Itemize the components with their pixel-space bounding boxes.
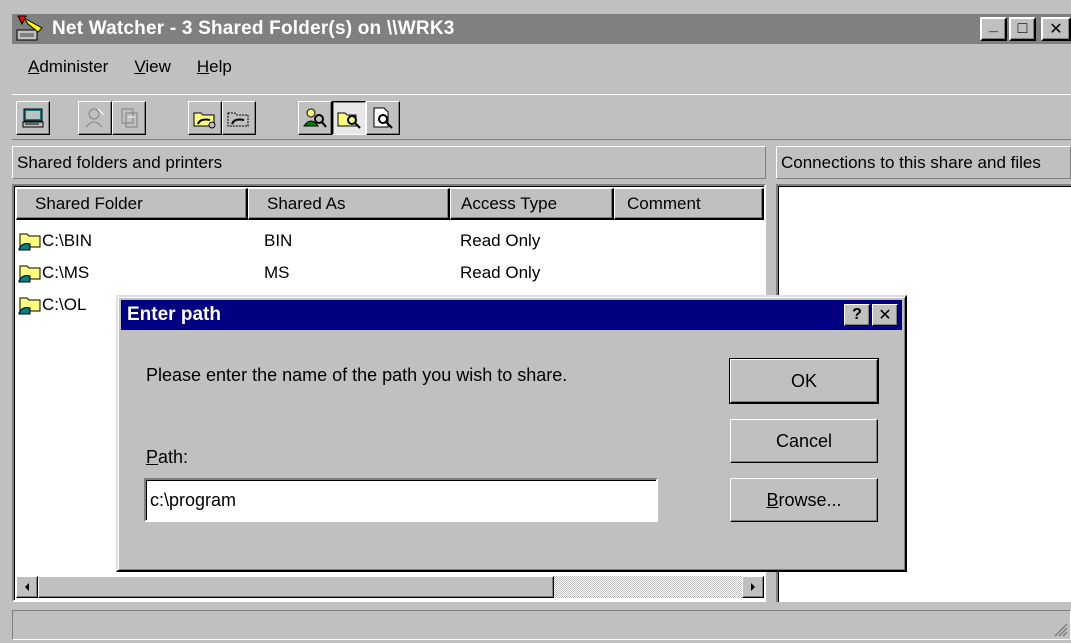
dialog-titlebar[interactable]: Enter path ? ✕ <box>121 300 902 330</box>
toolbar <box>12 94 1071 140</box>
list-column-headers: Shared Folder Shared As Access Type Comm… <box>16 188 764 220</box>
cell-shared-folder: C:\OL <box>42 295 87 314</box>
close-icon: ✕ <box>1049 21 1063 38</box>
minimize-button[interactable]: _ <box>980 17 1007 41</box>
show-open-files-button[interactable] <box>366 101 400 135</box>
cell-access-type: Read Only <box>460 263 541 282</box>
scroll-right-button[interactable] <box>742 576 764 598</box>
cancel-button[interactable]: Cancel <box>730 419 878 463</box>
arrow-right-icon <box>751 583 755 591</box>
dialog-title: Enter path <box>127 304 221 325</box>
column-header-comment[interactable]: Comment <box>614 188 764 220</box>
horizontal-scrollbar[interactable] <box>16 576 764 598</box>
scrollbar-thumb[interactable] <box>38 576 554 598</box>
shared-folder-icon <box>18 297 41 315</box>
cell-shared-folder: C:\BIN <box>42 231 93 250</box>
menu-help[interactable]: Help <box>193 55 236 79</box>
column-header-shared-as[interactable]: Shared As <box>248 188 450 220</box>
column-header-access-type[interactable]: Access Type <box>450 188 614 220</box>
show-users-icon <box>303 108 327 128</box>
maximize-icon: □ <box>1017 20 1028 37</box>
table-row[interactable]: C:\MS MS Read Only <box>18 258 758 288</box>
shared-folders-pane-header: Shared folders and printers <box>12 146 766 179</box>
show-shared-folders-button[interactable] <box>332 101 366 135</box>
show-files-icon <box>373 107 393 129</box>
stop-sharing-button[interactable] <box>222 101 256 135</box>
minimize-icon: _ <box>989 17 998 34</box>
enter-path-dialog: Enter path ? ✕ Please enter the name of … <box>116 295 907 572</box>
table-row[interactable]: C:\BIN BIN Read Only <box>18 226 758 256</box>
menu-administer[interactable]: Administer <box>24 55 112 79</box>
arrow-left-icon <box>25 583 29 591</box>
shared-folder-icon <box>18 265 41 283</box>
main-window-titlebar[interactable]: Net Watcher - 3 Shared Folder(s) on \\WR… <box>12 14 1071 44</box>
show-users-button[interactable] <box>298 101 332 135</box>
add-shared-folder-icon <box>193 112 216 129</box>
path-label: Path: <box>146 447 189 467</box>
disconnect-user-button[interactable] <box>78 101 112 135</box>
help-icon: ? <box>852 306 862 323</box>
connections-pane-header: Connections to this share and files <box>776 146 1071 179</box>
column-header-shared-folder[interactable]: Shared Folder <box>16 188 248 220</box>
cell-shared-as: MS <box>264 263 290 282</box>
stop-sharing-icon <box>227 112 249 127</box>
ok-button[interactable]: OK <box>729 358 879 404</box>
close-window-button[interactable]: ✕ <box>1041 17 1071 41</box>
show-shared-folders-icon <box>337 112 361 129</box>
cell-shared-folder: C:\MS <box>42 263 90 282</box>
menu-view[interactable]: View <box>130 55 175 79</box>
select-server-button[interactable] <box>16 101 50 135</box>
dialog-prompt: Please enter the name of the path you wi… <box>146 365 568 385</box>
menu-bar: Administer View Help <box>12 52 240 82</box>
close-file-button[interactable] <box>112 101 146 135</box>
disconnect-user-icon <box>85 108 105 128</box>
help-button[interactable]: ? <box>844 304 870 326</box>
net-watcher-app-icon <box>16 15 43 41</box>
scroll-left-button[interactable] <box>16 576 38 598</box>
shared-folder-icon <box>18 233 41 251</box>
dialog-close-button[interactable]: ✕ <box>872 304 898 326</box>
add-shared-folder-button[interactable] <box>188 101 222 135</box>
main-window-title: Net Watcher - 3 Shared Folder(s) on \\WR… <box>52 18 455 39</box>
cell-shared-as: BIN <box>264 231 293 250</box>
path-input[interactable] <box>144 478 658 522</box>
browse-button[interactable]: Browse... <box>730 478 878 522</box>
select-server-icon <box>22 108 44 128</box>
maximize-button[interactable]: □ <box>1009 17 1036 41</box>
cell-access-type: Read Only <box>460 231 541 250</box>
resize-grip-icon[interactable] <box>1052 621 1068 637</box>
status-bar <box>12 610 1071 640</box>
close-file-icon <box>121 108 138 128</box>
close-icon: ✕ <box>878 307 892 324</box>
